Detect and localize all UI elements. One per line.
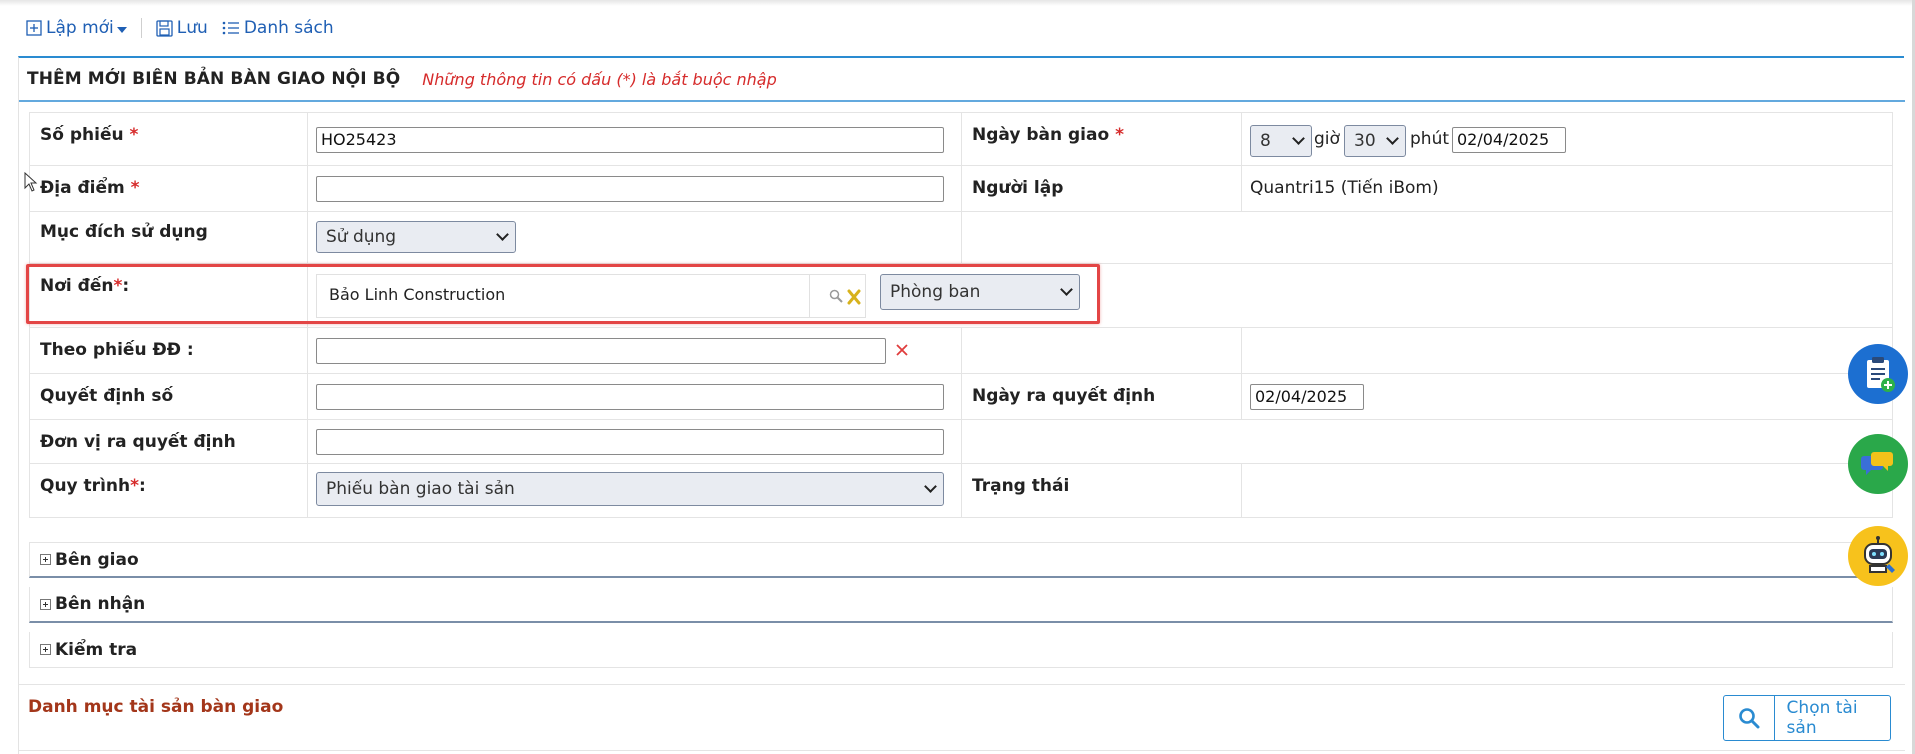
dia-diem-label: Địa điểm * [40,178,140,198]
save-icon [156,19,173,37]
handover-form-panel: THÊM MỚI BIÊN BẢN BÀN GIAO NỘI BỘ Những … [18,56,1905,754]
clipboard-add-icon[interactable] [1848,344,1908,404]
new-button[interactable]: Lập mới [26,18,127,38]
quy-trinh-label: Quy trình*: [40,476,146,496]
minute-select[interactable]: 30 [1344,125,1406,157]
muc-dich-label: Mục đích sử dụng [40,222,208,242]
don-vi-label: Đơn vị ra quyết định [40,432,236,452]
choose-asset-label: Chọn tài sản [1786,698,1858,738]
section-ben-giao-label: Bên giao [55,549,139,570]
section-ben-nhan-label: Bên nhận [55,594,146,614]
save-button[interactable]: Lưu [156,18,208,38]
assets-title: Danh mục tài sản bàn giao [28,697,284,717]
expand-icon [40,598,51,610]
trang-thai-label: Trạng thái [972,476,1070,496]
list-button[interactable]: Danh sách [222,18,334,38]
row-quy-trinh: Quy trình*: Phiếu bàn giao tài sản Trạng… [29,464,1893,518]
list-button-label: Danh sách [243,18,334,38]
list-icon [222,21,239,35]
expand-icon [40,644,51,655]
row-quyet-dinh: Quyết định số Ngày ra quyết định 02/04/2… [29,374,1893,420]
required-note: Những thông tin có dấu (*) là bắt buộc n… [422,69,777,89]
ngay-ra-qd-label: Ngày ra quyết định [972,386,1156,406]
panel-header: THÊM MỚI BIÊN BẢN BÀN GIAO NỘI BỘ Những … [19,58,1905,102]
so-phieu-input[interactable]: HO25423 [316,127,944,153]
row-theo-phieu: Theo phiếu ĐĐ : [29,328,1893,374]
theo-phieu-input[interactable] [316,338,886,364]
toolbar-divider [140,18,142,38]
row-dia-diem: Địa điểm * Người lập Quantri15 (Tiến iBo… [29,166,1893,212]
chevron-down-icon [924,480,937,493]
hour-suffix: giờ [1314,129,1340,149]
theo-phieu-label: Theo phiếu ĐĐ : [40,340,194,360]
handover-date-input[interactable]: 02/04/2025 [1452,127,1566,153]
top-shadow [0,0,1915,6]
hour-select[interactable]: 8 [1250,125,1312,157]
quyet-dinh-label: Quyết định số [40,386,174,406]
chat-icon[interactable] [1848,434,1908,494]
ngay-ban-giao-label: Ngày bàn giao * [972,125,1124,145]
row-muc-dich: Mục đích sử dụng Sử dụng [29,212,1893,264]
nguoi-lap-label: Người lập [972,178,1064,198]
mouse-cursor-icon [24,172,38,192]
search-icon [1724,696,1775,740]
row-don-vi: Đơn vị ra quyết định [29,420,1893,464]
chevron-down-icon [1292,132,1305,145]
robot-support-icon[interactable] [1848,526,1908,586]
minute-suffix: phút [1410,129,1450,149]
so-phieu-label: Số phiếu * [40,125,139,145]
new-button-label: Lập mới [46,18,114,38]
quyet-dinh-input[interactable] [316,384,944,410]
save-button-label: Lưu [176,18,208,38]
row-so-phieu: Số phiếu * HO25423 Ngày bàn giao * 8 giờ… [29,112,1893,166]
toolbar: Lập mới Lưu Danh sách [26,14,334,42]
quy-trinh-select[interactable]: Phiếu bàn giao tài sản [316,472,944,506]
expand-icon [40,554,51,565]
divider [19,684,1905,685]
dia-diem-input[interactable] [316,176,944,202]
section-ben-nhan[interactable]: Bên nhận [29,587,1893,623]
nguoi-lap-value: Quantri15 (Tiến iBom) [1250,178,1439,198]
highlight-box [26,264,1100,324]
chevron-down-icon [496,228,509,241]
chevron-down-icon [1386,132,1399,145]
muc-dich-select[interactable]: Sử dụng [316,221,516,253]
divider [19,750,1905,751]
page-title: THÊM MỚI BIÊN BẢN BÀN GIAO NỘI BỘ [27,69,401,89]
choose-asset-button[interactable]: Chọn tài sản [1723,695,1891,741]
chevron-down-icon [116,26,127,33]
ngay-ra-qd-input[interactable]: 02/04/2025 [1250,384,1364,410]
close-icon[interactable] [896,344,908,356]
don-vi-input[interactable] [316,429,944,455]
section-ben-giao[interactable]: Bên giao [29,542,1893,578]
plus-square-icon [26,20,42,36]
section-kiem-tra[interactable]: Kiểm tra [29,632,1893,668]
section-kiem-tra-label: Kiểm tra [55,639,138,660]
